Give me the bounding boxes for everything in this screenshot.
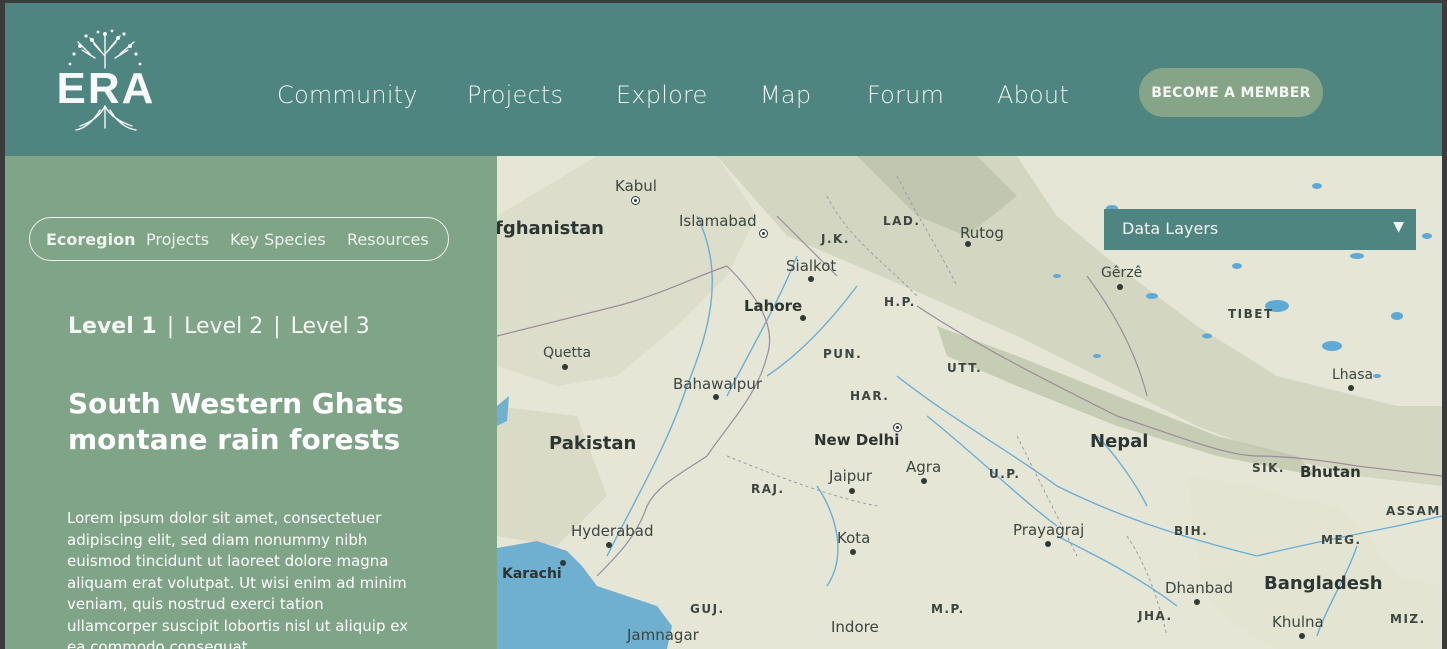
map-label-har: HAR. [850,389,890,403]
map-label-mp: M.P. [931,602,965,616]
ecoregion-sidebar: Ecoregion Projects Key Species Resources… [5,156,497,649]
map-label-guj: GUJ. [690,602,725,616]
city-marker [560,560,566,566]
data-layers-label: Data Layers [1122,219,1219,238]
city-marker [713,394,719,400]
map-label-hyderabad: Hyderabad [571,522,654,540]
map-label-miz: MIZ. [1390,612,1426,626]
site-header: ERA Community Projects Explore Map Forum… [5,3,1442,156]
map-label-raj: RAJ. [751,482,785,496]
map-label-agra: Agra [906,458,942,476]
map-label-meg: MEG. [1321,533,1362,547]
era-logo[interactable]: ERA [50,28,160,133]
map-label-jk: J.K. [821,232,850,246]
map-label-dhanbad: Dhanbad [1165,579,1233,597]
city-marker [850,549,856,555]
level-selector: Level 1 | Level 2 | Level 3 [68,314,370,339]
map-label-pun: PUN. [823,347,863,361]
nav-community[interactable]: Community [277,81,418,109]
logo-text: ERA [56,64,156,113]
level-2-link[interactable]: Level 2 [184,314,263,339]
map-label-prayagraj: Prayagraj [1013,521,1085,539]
ecoregion-title: South Western Ghats montane rain forests [68,387,404,456]
map-label-rutog: Rutog [960,224,1004,242]
map-label-bih: BIH. [1174,524,1209,538]
city-marker [1045,541,1051,547]
map-label-islamabad: Islamabad [679,212,757,230]
map-label-kota: Kota [837,529,871,547]
city-marker [562,364,568,370]
city-marker [1117,284,1123,290]
map-label-jha: JHA. [1138,609,1173,623]
map-label-kabul: Kabul [615,177,657,195]
map-label-lahore: Lahore [744,297,803,315]
map-label-lhasa: Lhasa [1332,367,1374,383]
level-separator: | [273,314,281,339]
city-marker [1194,599,1200,605]
level-separator: | [166,314,175,339]
city-marker [965,241,971,247]
city-marker [1348,385,1354,391]
map-label-pakistan: Pakistan [549,433,637,454]
tab-resources[interactable]: Resources [347,230,429,249]
capital-marker [893,423,902,432]
map-label-quetta: Quetta [543,345,592,361]
map-label-sik: SIK. [1252,461,1285,475]
map-label-indore: Indore [831,618,879,636]
map-label-bahawalpur: Bahawalpur [673,375,763,393]
map-label-assam: ASSAM [1386,504,1441,518]
city-marker [849,488,855,494]
nav-forum[interactable]: Forum [867,81,944,109]
chevron-down-icon: ▼ [1393,219,1404,235]
become-member-button[interactable]: BECOME A MEMBER [1139,68,1323,117]
data-layers-dropdown[interactable]: Data Layers ▼ [1104,209,1416,250]
map-label-jaipur: Jaipur [829,467,872,485]
nav-map[interactable]: Map [760,81,811,109]
map-label-khulna: Khulna [1272,613,1324,631]
city-marker [606,542,612,548]
city-marker [800,315,806,321]
ecoregion-description: Lorem ipsum dolor sit amet, consectetuer… [67,509,409,649]
map-label-nepal: Nepal [1090,431,1149,452]
map-label-jamnagar: Jamnagar [627,626,699,644]
map-label-sialkot: Sialkot [786,257,837,275]
city-marker [808,276,814,282]
level-3-link[interactable]: Level 3 [291,314,370,339]
nav-explore[interactable]: Explore [616,81,707,109]
map-label-karachi: Karachi [502,566,562,582]
map-label-utt: UTT. [947,361,983,375]
city-marker [921,478,927,484]
map-label-lad: LAD. [883,214,921,228]
map-label-up: U.P. [989,467,1021,481]
map-label-new-delhi: New Delhi [814,431,900,449]
map-label-afghanistan: fghanistan [497,218,604,239]
map-label-gerze: Gêrzê [1101,265,1143,281]
nav-projects[interactable]: Projects [467,81,563,109]
capital-marker [631,196,640,205]
map-label-bangladesh: Bangladesh [1264,573,1383,594]
tab-projects[interactable]: Projects [146,230,209,249]
tab-key-species[interactable]: Key Species [230,230,326,249]
map-view[interactable]: fghanistan Kabul Islamabad J.K. LAD. Rut… [497,156,1442,649]
sidebar-tabs: Ecoregion Projects Key Species Resources [29,217,449,261]
map-label-hp: H.P. [884,295,916,309]
nav-about[interactable]: About [997,81,1069,109]
city-marker [1299,633,1305,639]
level-1-link[interactable]: Level 1 [68,314,157,339]
tab-ecoregion[interactable]: Ecoregion [46,230,135,249]
map-label-bhutan: Bhutan [1300,463,1361,481]
capital-marker [759,229,768,238]
map-label-tibet: TIBET [1228,307,1274,321]
